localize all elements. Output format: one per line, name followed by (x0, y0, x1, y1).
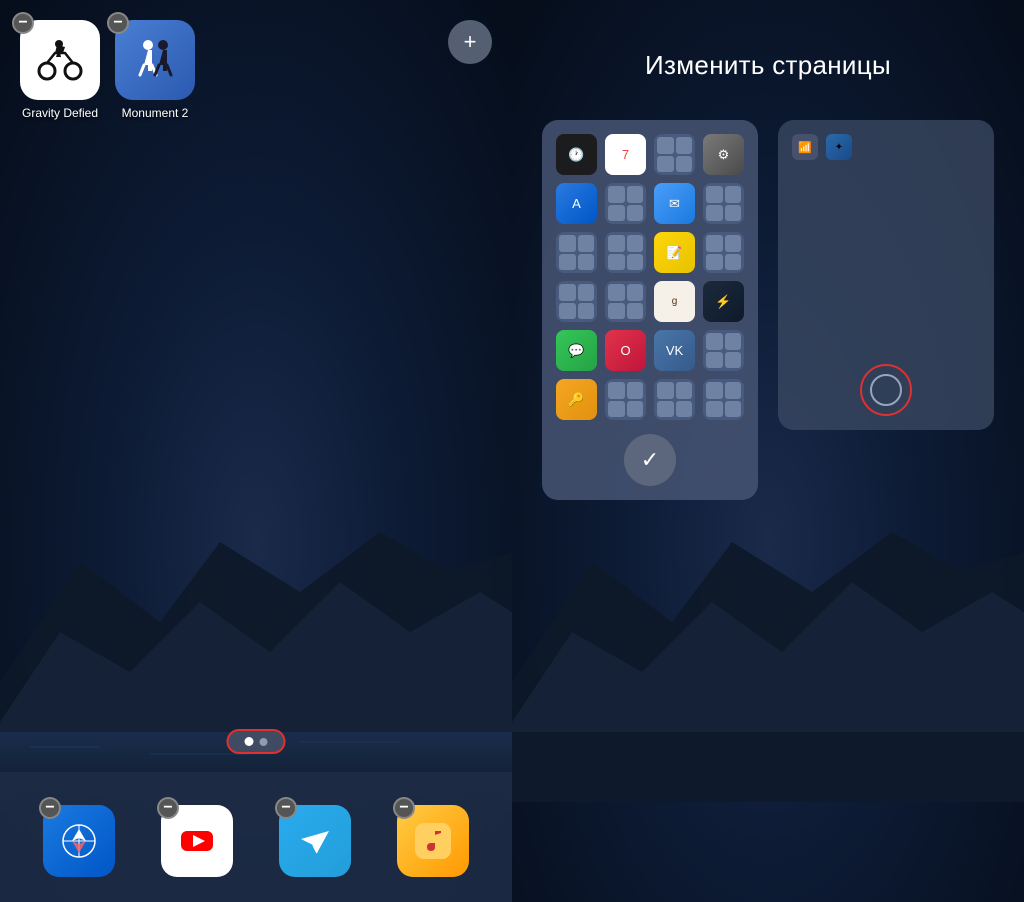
thumb-messages: 💬 (556, 330, 597, 371)
thumb-goodreads: g (654, 281, 695, 322)
dock-item-telegram[interactable]: − (279, 805, 351, 877)
page-dot-2 (260, 738, 268, 746)
page-indicator (227, 729, 286, 754)
page2-icons: 📶 ✦ (792, 134, 980, 160)
dock: − − − (0, 805, 512, 877)
thumb-key: 🔑 (556, 379, 597, 420)
thumb-folder-7 (556, 281, 597, 322)
remove-badge-scrobbler[interactable]: − (393, 797, 415, 819)
thumb-folder-12 (703, 379, 744, 420)
thumb-calendar: 7 (605, 134, 646, 175)
thumb-opera: O (605, 330, 646, 371)
page2-icon-1: 📶 (792, 134, 818, 160)
remove-badge-youtube[interactable]: − (157, 797, 179, 819)
thumb-steam: ⚡ (703, 281, 744, 322)
page-dot-1 (245, 737, 254, 746)
page-thumb-1[interactable]: 🕐 7 ⚙ A ✉ (542, 120, 758, 500)
page2-empty-area (792, 170, 980, 350)
thumb-folder-6 (703, 232, 744, 273)
thumb-folder-3 (703, 183, 744, 224)
thumb-mail: ✉ (654, 183, 695, 224)
thumb-settings: ⚙ (703, 134, 744, 175)
remove-badge-gravity[interactable]: − (12, 12, 34, 34)
app-icon-gravity (20, 20, 100, 100)
app-icon-monument (115, 20, 195, 100)
page-thumb-2[interactable]: 📶 ✦ (778, 120, 994, 430)
thumb-appstore: A (556, 183, 597, 224)
thumb-folder-2 (605, 183, 646, 224)
left-panel: + − Grav (0, 0, 512, 902)
page2-inner-circle (870, 374, 902, 406)
app-gravity-defied[interactable]: − Gravity Defied (20, 20, 100, 120)
mountains-left (0, 482, 512, 802)
thumb-notes: 📝 (654, 232, 695, 273)
remove-badge-telegram[interactable]: − (275, 797, 297, 819)
thumb-folder-8 (605, 281, 646, 322)
page1-check-button[interactable]: ✓ (624, 434, 676, 486)
thumb-folder-5 (605, 232, 646, 273)
page2-indicator-button[interactable] (860, 364, 912, 416)
thumb-folder-4 (556, 232, 597, 273)
dock-item-youtube[interactable]: − (161, 805, 233, 877)
thumb-folder-10 (605, 379, 646, 420)
mountains-right (512, 482, 1024, 802)
right-panel-title: Изменить страницы (512, 50, 1024, 81)
page2-icon-2: ✦ (826, 134, 852, 160)
apps-area: − Gravity Defied (20, 20, 195, 120)
app-monument[interactable]: − Monu (115, 20, 195, 120)
app-label-gravity: Gravity Defied (22, 106, 98, 120)
app-label-monument: Monument 2 (122, 106, 189, 120)
thumb-vk: VK (654, 330, 695, 371)
thumb-folder-9 (703, 330, 744, 371)
dock-item-scrobbler[interactable]: − (397, 805, 469, 877)
thumb-folder-11 (654, 379, 695, 420)
pages-container: 🕐 7 ⚙ A ✉ (542, 120, 994, 500)
thumb-folder-1 (654, 134, 695, 175)
page-1-grid: 🕐 7 ⚙ A ✉ (556, 134, 744, 420)
page-indicator-wrapper (227, 729, 286, 754)
add-page-button[interactable]: + (448, 20, 492, 64)
right-panel: Изменить страницы 🕐 7 ⚙ A (512, 0, 1024, 902)
remove-badge-safari[interactable]: − (39, 797, 61, 819)
thumb-clock: 🕐 (556, 134, 597, 175)
dock-item-safari[interactable]: − (43, 805, 115, 877)
remove-badge-monument[interactable]: − (107, 12, 129, 34)
page2-indicator-container (792, 350, 980, 416)
